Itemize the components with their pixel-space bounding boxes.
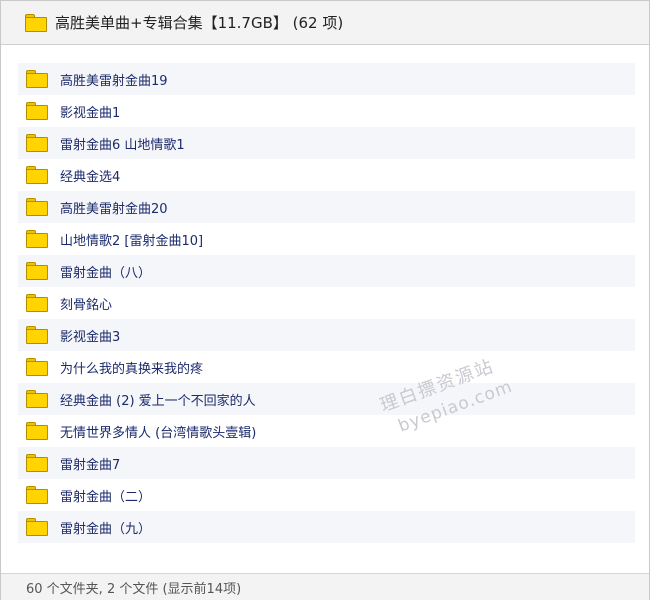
folder-name: 雷射金曲6 山地情歌1 — [60, 137, 185, 153]
list-item[interactable]: 高胜美雷射金曲20 — [18, 191, 635, 223]
list-item[interactable]: 雷射金曲（八） — [18, 255, 635, 287]
folder-icon — [26, 326, 48, 344]
folder-icon — [26, 486, 48, 504]
folder-icon — [26, 390, 48, 408]
folder-name: 经典金选4 — [60, 169, 121, 185]
list-item[interactable]: 雷射金曲7 — [18, 447, 635, 479]
folder-name: 山地情歌2 [雷射金曲10] — [60, 233, 204, 249]
folder-icon — [25, 13, 47, 32]
list-item[interactable]: 雷射金曲（九） — [18, 511, 635, 543]
folder-icon — [26, 102, 48, 120]
folder-name: 无情世界多情人 (台湾情歌头壹辑) — [60, 425, 257, 441]
status-bar: 60 个文件夹, 2 个文件 (显示前14项) — [1, 573, 649, 600]
folder-icon — [26, 198, 48, 216]
folder-icon — [26, 230, 48, 248]
folder-name: 雷射金曲（九） — [60, 521, 152, 537]
list-item[interactable]: 山地情歌2 [雷射金曲10] — [18, 223, 635, 255]
folder-name: 影视金曲3 — [60, 329, 121, 345]
list-item[interactable]: 高胜美雷射金曲19 — [18, 63, 635, 95]
folder-name: 经典金曲 (2) 爱上一个不回家的人 — [60, 393, 256, 409]
list-item[interactable]: 无情世界多情人 (台湾情歌头壹辑) — [18, 415, 635, 447]
page-title: 高胜美单曲+专辑合集【11.7GB】 (62 项) — [55, 14, 344, 32]
list-item[interactable]: 经典金选4 — [18, 159, 635, 191]
folder-icon — [26, 70, 48, 88]
folder-icon — [26, 358, 48, 376]
list-item[interactable]: 为什么我的真换来我的疼 — [18, 351, 635, 383]
folder-icon — [26, 166, 48, 184]
folder-name: 为什么我的真换来我的疼 — [60, 361, 204, 377]
folder-icon — [26, 134, 48, 152]
folder-name: 雷射金曲（八） — [60, 265, 152, 281]
window-header: 高胜美单曲+专辑合集【11.7GB】 (62 项) — [1, 1, 649, 45]
folder-name: 高胜美雷射金曲20 — [60, 201, 168, 217]
list-item[interactable]: 雷射金曲6 山地情歌1 — [18, 127, 635, 159]
folder-name: 刻骨銘心 — [60, 297, 113, 313]
folder-name: 雷射金曲7 — [60, 457, 121, 473]
list-item[interactable]: 经典金曲 (2) 爱上一个不回家的人 — [18, 383, 635, 415]
folder-icon — [26, 454, 48, 472]
folder-icon — [26, 294, 48, 312]
folder-list: 高胜美雷射金曲19 影视金曲1 雷射金曲6 山地情歌1 经典金选4 高胜美雷射金曲20 山… — [18, 63, 635, 543]
status-text: 60 个文件夹, 2 个文件 (显示前14项) — [26, 581, 242, 597]
list-item[interactable]: 刻骨銘心 — [18, 287, 635, 319]
list-item[interactable]: 雷射金曲（二） — [18, 479, 635, 511]
folder-name: 影视金曲1 — [60, 105, 121, 121]
list-item[interactable]: 影视金曲1 — [18, 95, 635, 127]
file-list-window: 高胜美单曲+专辑合集【11.7GB】 (62 项) 高胜美雷射金曲19 影视金曲1… — [0, 0, 650, 600]
folder-icon — [26, 422, 48, 440]
folder-name: 高胜美雷射金曲19 — [60, 73, 168, 89]
folder-name: 雷射金曲（二） — [60, 489, 152, 505]
list-item[interactable]: 影视金曲3 — [18, 319, 635, 351]
folder-icon — [26, 262, 48, 280]
folder-icon — [26, 518, 48, 536]
